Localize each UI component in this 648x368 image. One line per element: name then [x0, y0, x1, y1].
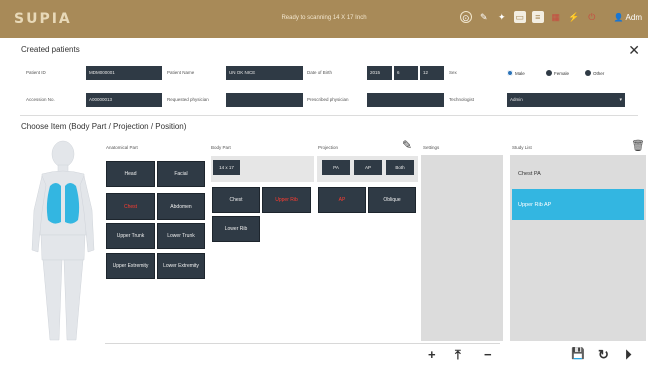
- dob-label: Date of Birth: [307, 70, 333, 75]
- stack-icon[interactable]: ≡: [531, 11, 544, 23]
- anatomical-chest-button[interactable]: Chest: [106, 193, 155, 220]
- study-list-item[interactable]: Chest PA: [512, 162, 644, 186]
- monitor-icon[interactable]: ▭: [513, 11, 526, 23]
- dob-month-field[interactable]: 6: [394, 66, 418, 80]
- technologist-select[interactable]: Admin ▾: [507, 93, 625, 107]
- user-icon[interactable]: 👤 Adm: [614, 13, 642, 22]
- anatomical-facial-button[interactable]: Facial: [157, 161, 205, 187]
- anatomical-head-button[interactable]: Head: [106, 161, 155, 187]
- anatomical-lower-extremity-button[interactable]: Lower Extremity: [157, 253, 205, 279]
- body-figure[interactable]: [28, 140, 98, 355]
- save-icon[interactable]: 💾: [571, 347, 585, 360]
- accession-field[interactable]: A00000013: [86, 93, 162, 107]
- anatomical-header: Anatomical Part: [106, 145, 138, 150]
- settings-panel[interactable]: [421, 155, 503, 341]
- body-part-lower-rib-button[interactable]: Lower Rib: [212, 216, 260, 242]
- plug-icon[interactable]: ⚡: [568, 11, 580, 23]
- requested-physician-field[interactable]: [226, 93, 303, 107]
- top-bar: SUPIA Ready to scanning 14 X 17 Inch ⊙ ✎…: [0, 0, 648, 38]
- remove-icon[interactable]: −: [484, 347, 492, 362]
- technologist-value: Admin: [510, 97, 523, 102]
- size-filter-chip[interactable]: 14 x 17: [213, 160, 240, 175]
- circle-icon[interactable]: ⊙: [459, 11, 472, 23]
- patient-id-field[interactable]: MDM000001: [86, 66, 162, 80]
- technologist-label: Technologist: [449, 97, 475, 102]
- prescribed-physician-label: Prescribed physician: [307, 97, 349, 102]
- play-icon[interactable]: ⏵: [625, 347, 632, 363]
- user-name: Adm: [625, 12, 642, 22]
- patient-name-label: Patient Name: [167, 70, 195, 75]
- projection-filter-ap[interactable]: AP: [354, 160, 382, 175]
- body-part-upper-rib-button[interactable]: Upper Rib: [262, 187, 311, 213]
- dob-day-field[interactable]: 12: [420, 66, 444, 80]
- grid-icon[interactable]: ▦: [550, 11, 562, 23]
- sex-radio-male[interactable]: Male: [507, 70, 525, 76]
- close-icon[interactable]: ✕: [628, 42, 640, 59]
- power-icon[interactable]: ⏻: [586, 11, 598, 23]
- wand-icon[interactable]: ✦: [496, 11, 508, 23]
- anatomical-abdomen-button[interactable]: Abdomen: [157, 193, 205, 220]
- anatomical-lower-trunk-button[interactable]: Lower Trunk: [157, 223, 205, 249]
- study-list-item-selected[interactable]: Upper Rib AP: [512, 189, 644, 220]
- anatomical-upper-trunk-button[interactable]: Upper Trunk: [106, 223, 155, 249]
- body-part-chest-button[interactable]: Chest: [212, 187, 260, 213]
- refresh-icon[interactable]: ↻: [598, 347, 609, 363]
- move-top-icon[interactable]: ⤒: [455, 347, 461, 363]
- anatomical-upper-extremity-button[interactable]: Upper Extremity: [106, 253, 155, 279]
- projection-filter-pa[interactable]: PA: [322, 160, 350, 175]
- pencil-icon[interactable]: ✎: [402, 138, 412, 152]
- choose-item-title: Choose Item (Body Part / Projection / Po…: [21, 122, 187, 131]
- projection-header: Projection: [318, 145, 339, 150]
- settings-header: Settings: [423, 145, 440, 150]
- sex-radio-other[interactable]: Other: [585, 70, 604, 76]
- projection-oblique-button[interactable]: Oblique: [368, 187, 416, 213]
- toolbar-icons: ⊙ ✎ ✦ ▭ ≡ ▦ ⚡ ⏻ 👤 Adm: [459, 11, 642, 23]
- sex-label: Sex: [449, 70, 457, 75]
- trash-icon[interactable]: 🗑: [631, 139, 645, 152]
- projection-filter-both[interactable]: Both: [386, 160, 414, 175]
- add-icon[interactable]: +: [428, 347, 436, 362]
- dob-year-field[interactable]: 2015: [367, 66, 392, 80]
- bottom-divider: [105, 343, 500, 344]
- section-divider: [20, 115, 638, 116]
- projection-ap-button[interactable]: AP: [318, 187, 366, 213]
- study-list-header: Study List: [512, 145, 532, 150]
- sex-radio-female[interactable]: Female: [546, 70, 569, 76]
- created-patients-title: Created patients: [21, 45, 80, 54]
- patient-id-label: Patient ID: [26, 70, 46, 75]
- chevron-down-icon: ▾: [619, 97, 622, 103]
- pen-icon[interactable]: ✎: [478, 11, 490, 23]
- requested-physician-label: Requested physician: [167, 97, 209, 102]
- patient-name-field[interactable]: UN OK NICE: [226, 66, 303, 80]
- accession-label: Accession No.: [26, 97, 55, 102]
- body-part-header: Body Part: [211, 145, 231, 150]
- prescribed-physician-field[interactable]: [367, 93, 444, 107]
